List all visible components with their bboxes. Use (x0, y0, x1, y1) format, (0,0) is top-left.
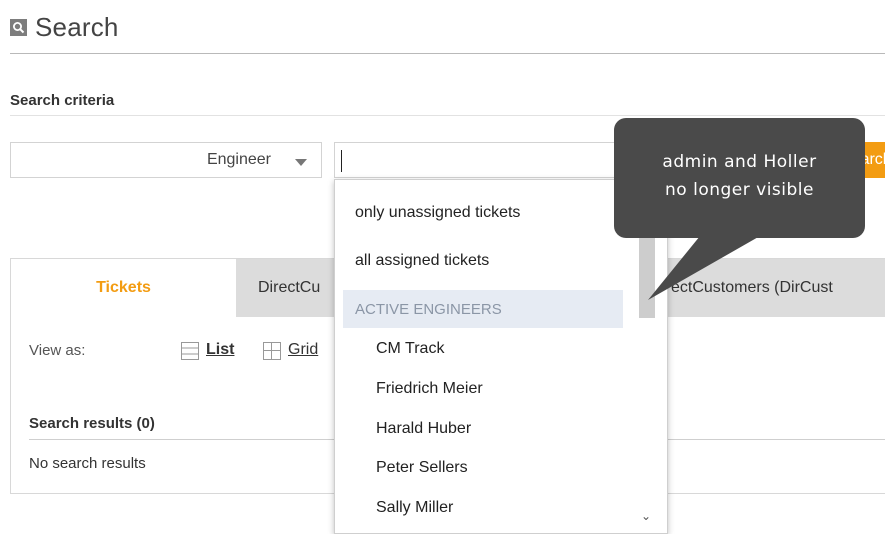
group-active-engineers: ACTIVE ENGINEERS (343, 290, 623, 328)
search-icon (10, 18, 27, 36)
engineer-option[interactable]: Friedrich Meier (376, 380, 483, 398)
view-grid-link[interactable]: Grid (288, 341, 333, 359)
criteria-divider (10, 115, 885, 116)
engineer-option[interactable]: Harald Huber (376, 420, 471, 438)
option-only-unassigned[interactable]: only unassigned tickets (355, 204, 520, 222)
page-title: Search (35, 11, 119, 42)
search-field-select-value: Engineer (206, 151, 271, 168)
title-divider (10, 53, 885, 54)
option-all-assigned[interactable]: all assigned tickets (355, 252, 489, 270)
list-icon[interactable] (181, 342, 199, 360)
group-label: ACTIVE ENGINEERS (355, 301, 502, 318)
annotation-callout: admin and Holler no longer visible (614, 118, 865, 238)
engineer-option[interactable]: CM Track (376, 340, 444, 358)
grid-icon[interactable] (263, 342, 281, 360)
tab-direct-customers-dircust[interactable]: ectCustomers (DirCust (671, 259, 885, 317)
text-cursor (341, 150, 342, 172)
callout-line-2: no longer visible (665, 180, 814, 200)
engineer-option[interactable]: Peter Sellers (376, 459, 468, 477)
view-list-link[interactable]: List (206, 341, 234, 359)
tab-tickets[interactable]: Tickets (11, 259, 236, 317)
page-header: Search (10, 12, 119, 42)
scroll-down-arrow-icon[interactable]: ⌄ (641, 509, 651, 523)
view-as-label: View as: (29, 342, 86, 359)
chevron-down-icon (295, 159, 307, 166)
no-results-text: No search results (29, 455, 146, 472)
engineer-option[interactable]: Sally Miller (376, 499, 453, 517)
callout-line-1: admin and Holler (662, 152, 817, 172)
search-field-select[interactable]: Engineer (10, 142, 322, 178)
search-results-heading: Search results (0) (29, 415, 155, 432)
search-criteria-heading: Search criteria (10, 92, 115, 109)
